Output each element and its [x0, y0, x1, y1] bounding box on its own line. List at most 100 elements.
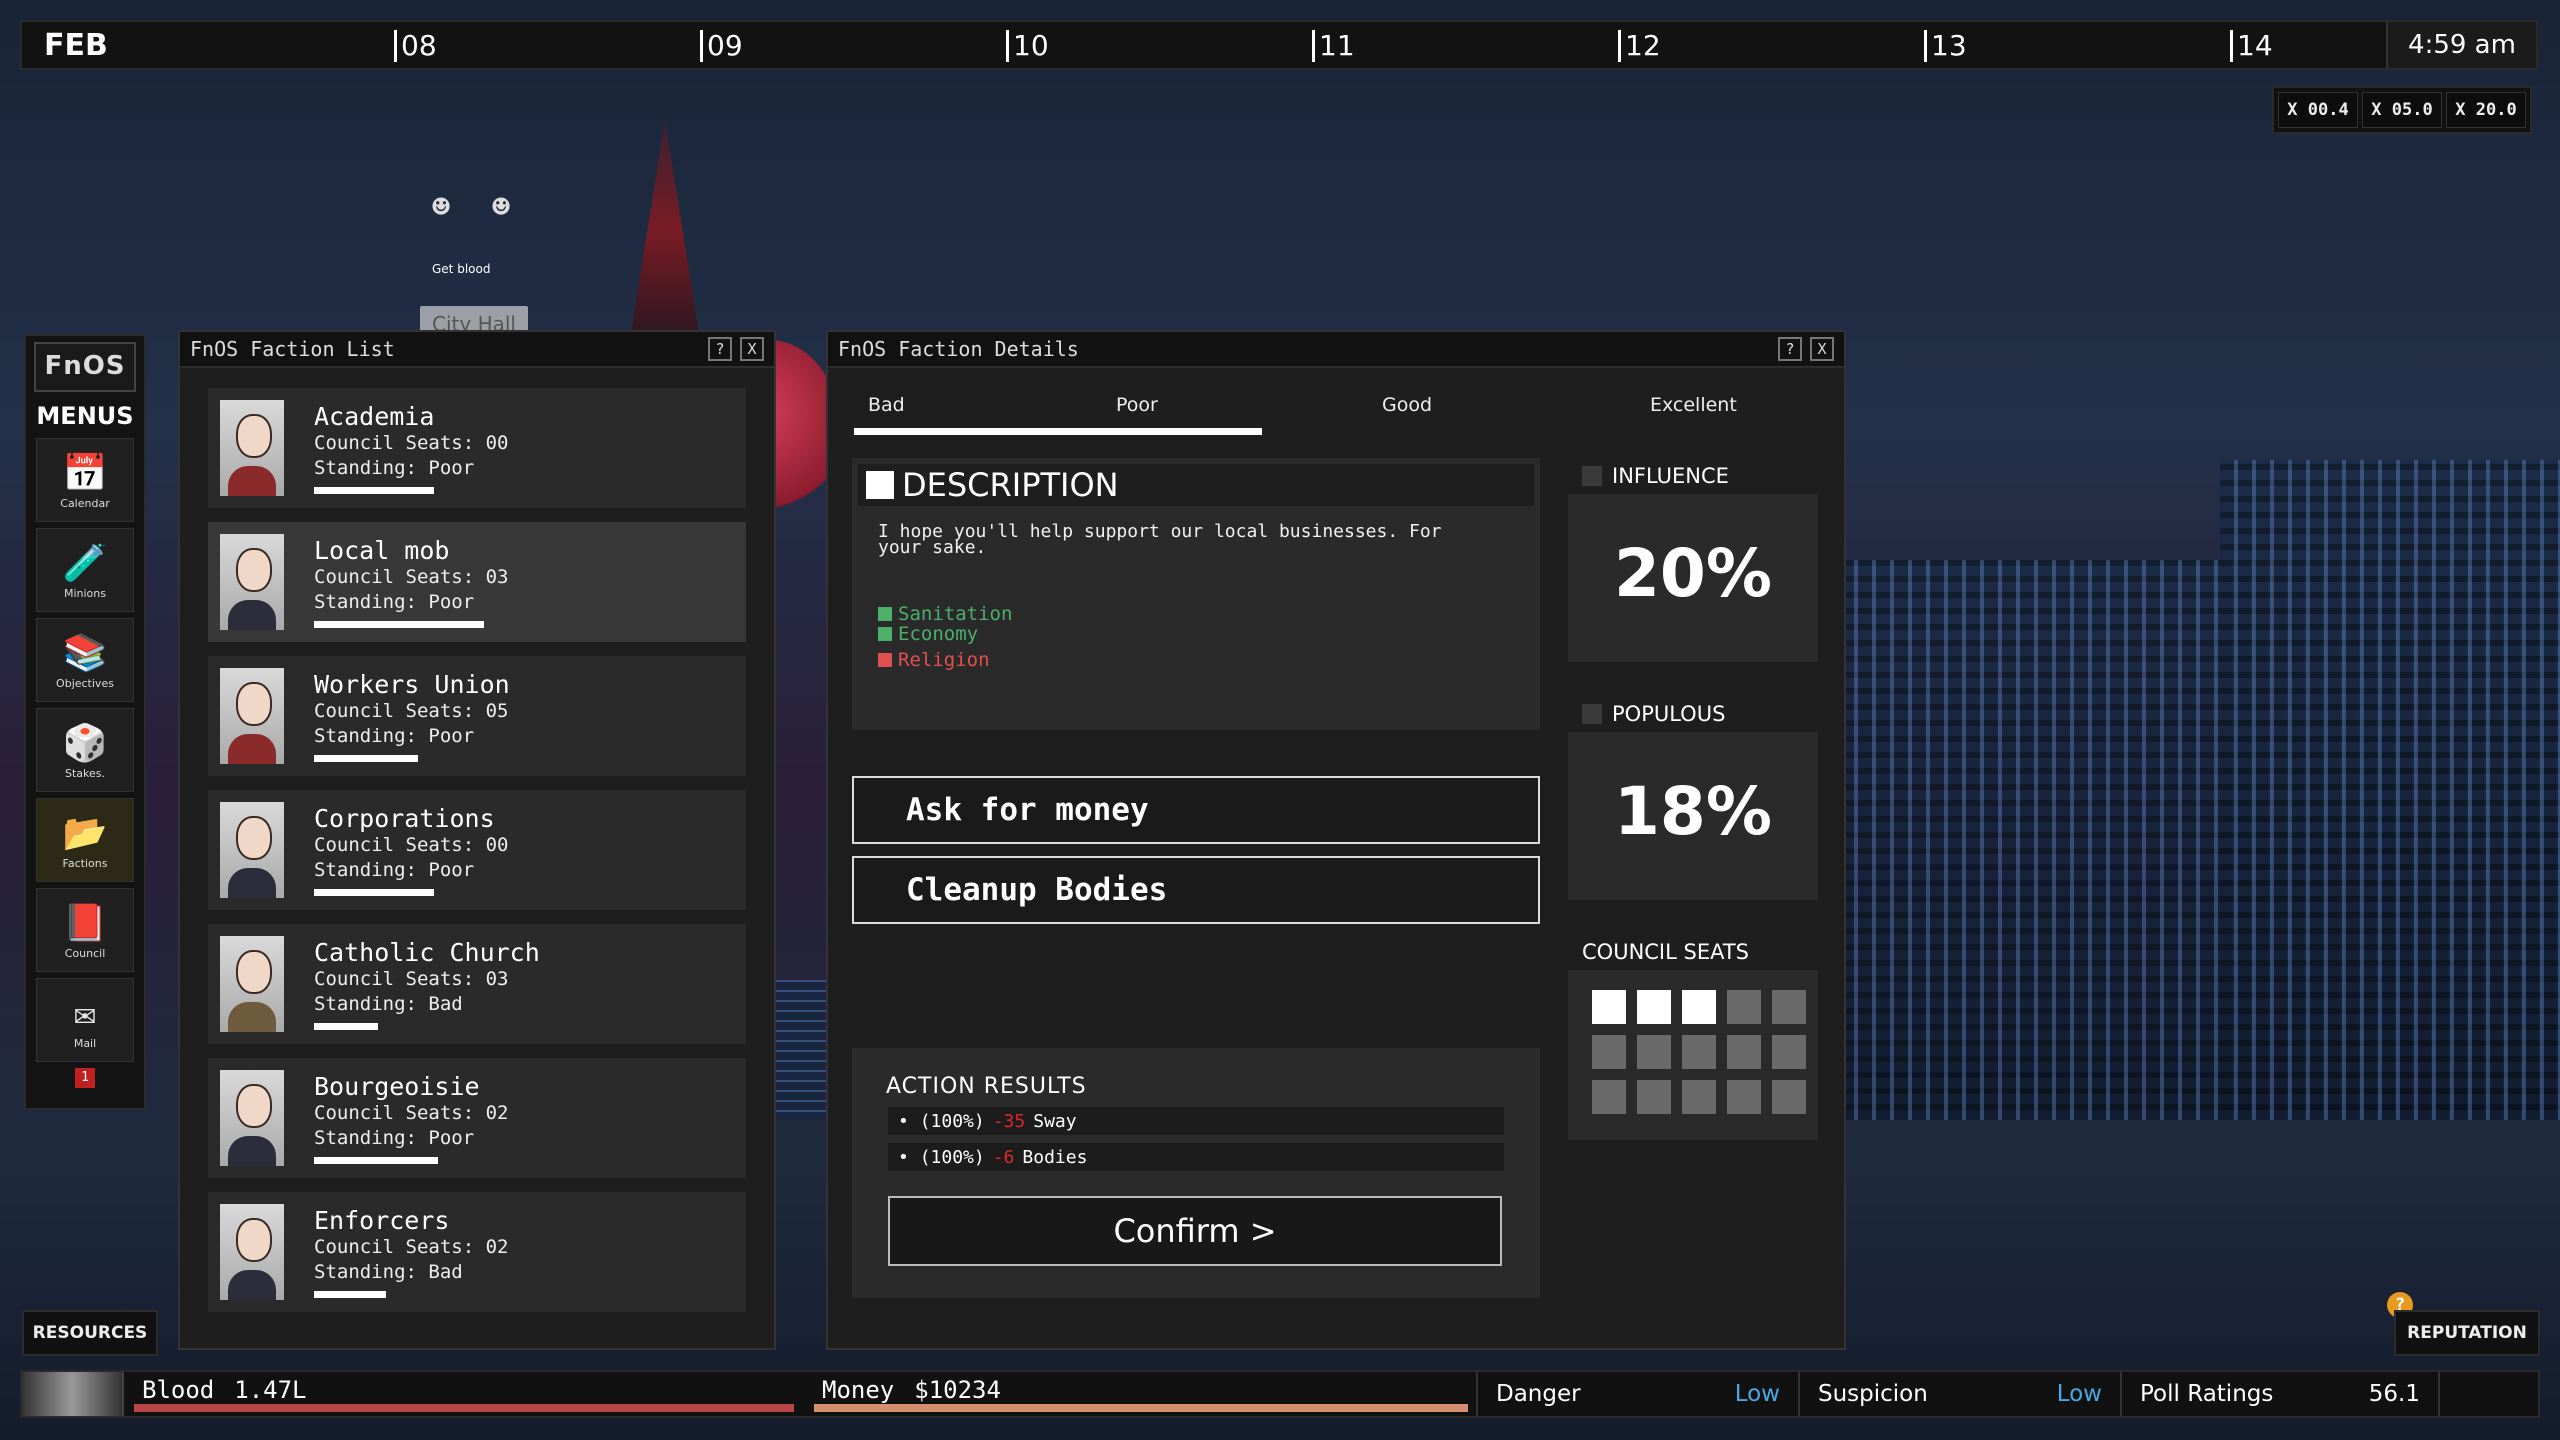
influence-checkbox[interactable] — [1582, 466, 1602, 486]
menu-item-label: Factions — [62, 856, 108, 870]
faction-card[interactable]: Corporations Council Seats: 00 Standing: P… — [208, 790, 746, 910]
vampire-minion[interactable]: ☻ — [478, 190, 524, 254]
menu-item-minions[interactable]: 🧪 Minions — [36, 528, 134, 612]
vampire-avatar[interactable] — [22, 1372, 124, 1416]
menu-item-label: Council — [64, 946, 106, 960]
resize-grip[interactable] — [2438, 1372, 2538, 1416]
result-item: Sway — [1033, 1110, 1077, 1132]
blood-value: 1.47L — [234, 1376, 307, 1404]
faction-council-seats: Council Seats: 00 — [314, 833, 509, 856]
result-delta: -6 — [992, 1146, 1015, 1168]
faction-standing-bar — [314, 1290, 386, 1298]
council-seat — [1592, 990, 1626, 1024]
confirm-button[interactable]: Confirm > — [888, 1196, 1502, 1266]
council-seat — [1727, 990, 1761, 1024]
money-resource: Money $10234 — [804, 1372, 1476, 1416]
faction-name: Bourgeoisie — [314, 1071, 480, 1101]
menu-item-factions[interactable]: 📂 Factions — [36, 798, 134, 882]
result-chance: (100%) — [919, 1146, 985, 1168]
calendar-icon: 📅 — [62, 452, 108, 494]
menu-item-stakes[interactable]: 🎲 Stakes. — [36, 708, 134, 792]
faction-card[interactable]: Catholic Church Council Seats: 03 Standing… — [208, 924, 746, 1044]
money-bar — [814, 1404, 1468, 1412]
interest-tag: Economy — [878, 624, 1514, 644]
faction-portrait — [220, 534, 284, 630]
city-skyline-tower — [2220, 460, 2560, 1120]
faction-standing-bar — [314, 888, 434, 896]
interest-tag-label: Economy — [898, 623, 979, 645]
faction-standing-bar — [314, 486, 434, 494]
faction-card[interactable]: Bourgeoisie Council Seats: 02 Standing: Po… — [208, 1058, 746, 1178]
resources-button[interactable]: RESOURCES — [22, 1310, 158, 1356]
menu-item-calendar[interactable]: 📅 Calendar — [36, 438, 134, 522]
faction-card[interactable]: Local mob Council Seats: 03 Standing: Poor — [208, 522, 746, 642]
council-seat — [1772, 990, 1806, 1024]
council-seats-panel: COUNCIL SEATS — [1568, 934, 1818, 1140]
council-seat — [1637, 1035, 1671, 1069]
suspicion-label: Suspicion — [1818, 1381, 1928, 1407]
faction-portrait — [220, 1204, 284, 1300]
clock-time: 4:59 am — [2386, 22, 2536, 68]
poll-value: 56.1 — [2368, 1381, 2420, 1407]
faction-council-seats: Council Seats: 02 — [314, 1235, 509, 1258]
council-seat — [1682, 1080, 1716, 1114]
faction-interests: Sanitation Economy Religion — [852, 574, 1540, 670]
description-panel: DESCRIPTION I hope you'll help support o… — [852, 458, 1540, 730]
menu-item-objectives[interactable]: 📚 Objectives — [36, 618, 134, 702]
populous-checkbox[interactable] — [1582, 704, 1602, 724]
faction-portrait — [220, 936, 284, 1032]
council-seat — [1637, 990, 1671, 1024]
description-text: I hope you'll help support our local bus… — [878, 521, 1442, 558]
window-title: FnOS Faction List — [190, 337, 395, 361]
menus-title: MENUS — [36, 402, 134, 430]
speed-button[interactable]: X 20.0 — [2446, 92, 2526, 128]
ask-for-money-button[interactable]: Ask for money — [852, 776, 1540, 844]
status-bar: Blood 1.47L Money $10234 Danger Low Susp… — [20, 1370, 2540, 1418]
menu-item-council[interactable]: 📕 Council — [36, 888, 134, 972]
faction-portrait — [220, 668, 284, 764]
speed-button[interactable]: X 00.4 — [2278, 92, 2358, 128]
faction-standing-bar — [314, 1022, 378, 1030]
faction-council-seats: Council Seats: 05 — [314, 699, 509, 722]
game-speed-controls: X 00.4 X 05.0 X 20.0 — [2272, 86, 2532, 134]
speed-button[interactable]: X 05.0 — [2362, 92, 2442, 128]
council-seat — [1592, 1080, 1626, 1114]
faction-card[interactable]: Workers Union Council Seats: 05 Standing: … — [208, 656, 746, 776]
main-menu-sidebar: FnOS MENUS 📅 Calendar 🧪 Minions 📚 Objectives 🎲… — [24, 334, 146, 1110]
stakes-icon: 🎲 — [62, 722, 108, 764]
faction-standing: Standing: Poor — [314, 858, 475, 881]
faction-name: Workers Union — [314, 669, 510, 699]
influence-title: INFLUENCE — [1612, 464, 1729, 488]
vampire-minion[interactable]: ☻ — [418, 190, 464, 254]
faction-standing: Standing: Poor — [314, 1126, 475, 1149]
timeline-day: 08 — [394, 30, 437, 62]
reputation-button[interactable]: REPUTATION — [2394, 1310, 2540, 1356]
menu-item-mail[interactable]: ✉ Mail — [36, 978, 134, 1062]
faction-name: Corporations — [314, 803, 495, 833]
faction-card[interactable]: Academia Council Seats: 00 Standing: Poor — [208, 388, 746, 508]
faction-card[interactable]: Enforcers Council Seats: 02 Standing: Bad — [208, 1192, 746, 1312]
result-delta: -35 — [992, 1110, 1026, 1132]
faction-details-window: FnOS Faction Details ? X Bad Poor Good E… — [826, 330, 1846, 1350]
faction-portrait — [220, 400, 284, 496]
action-result-row: • (100%) -35 Sway — [888, 1107, 1504, 1135]
faction-portrait — [220, 1070, 284, 1166]
faction-council-seats: Council Seats: 03 — [314, 967, 509, 990]
action-results-panel: ACTION RESULTS • (100%) -35 Sway • (100%) -6… — [852, 1048, 1540, 1298]
poll-ratings-status: Poll Ratings 56.1 — [2120, 1372, 2438, 1416]
faction-standing: Standing: Poor — [314, 456, 475, 479]
council-seat — [1682, 1035, 1716, 1069]
faction-council-seats: Council Seats: 02 — [314, 1101, 509, 1124]
cleanup-bodies-button[interactable]: Cleanup Bodies — [852, 856, 1540, 924]
faction-standing-bar — [314, 754, 418, 762]
interest-tag-icon — [878, 627, 892, 641]
interest-tag-icon — [878, 653, 892, 667]
result-item: Bodies — [1022, 1146, 1088, 1168]
money-value: $10234 — [914, 1376, 1001, 1404]
council-seat — [1727, 1035, 1761, 1069]
help-button[interactable]: ? — [708, 337, 732, 361]
council-seat — [1592, 1035, 1626, 1069]
close-button[interactable]: X — [740, 337, 764, 361]
faction-name: Catholic Church — [314, 937, 540, 967]
faction-portrait — [220, 802, 284, 898]
